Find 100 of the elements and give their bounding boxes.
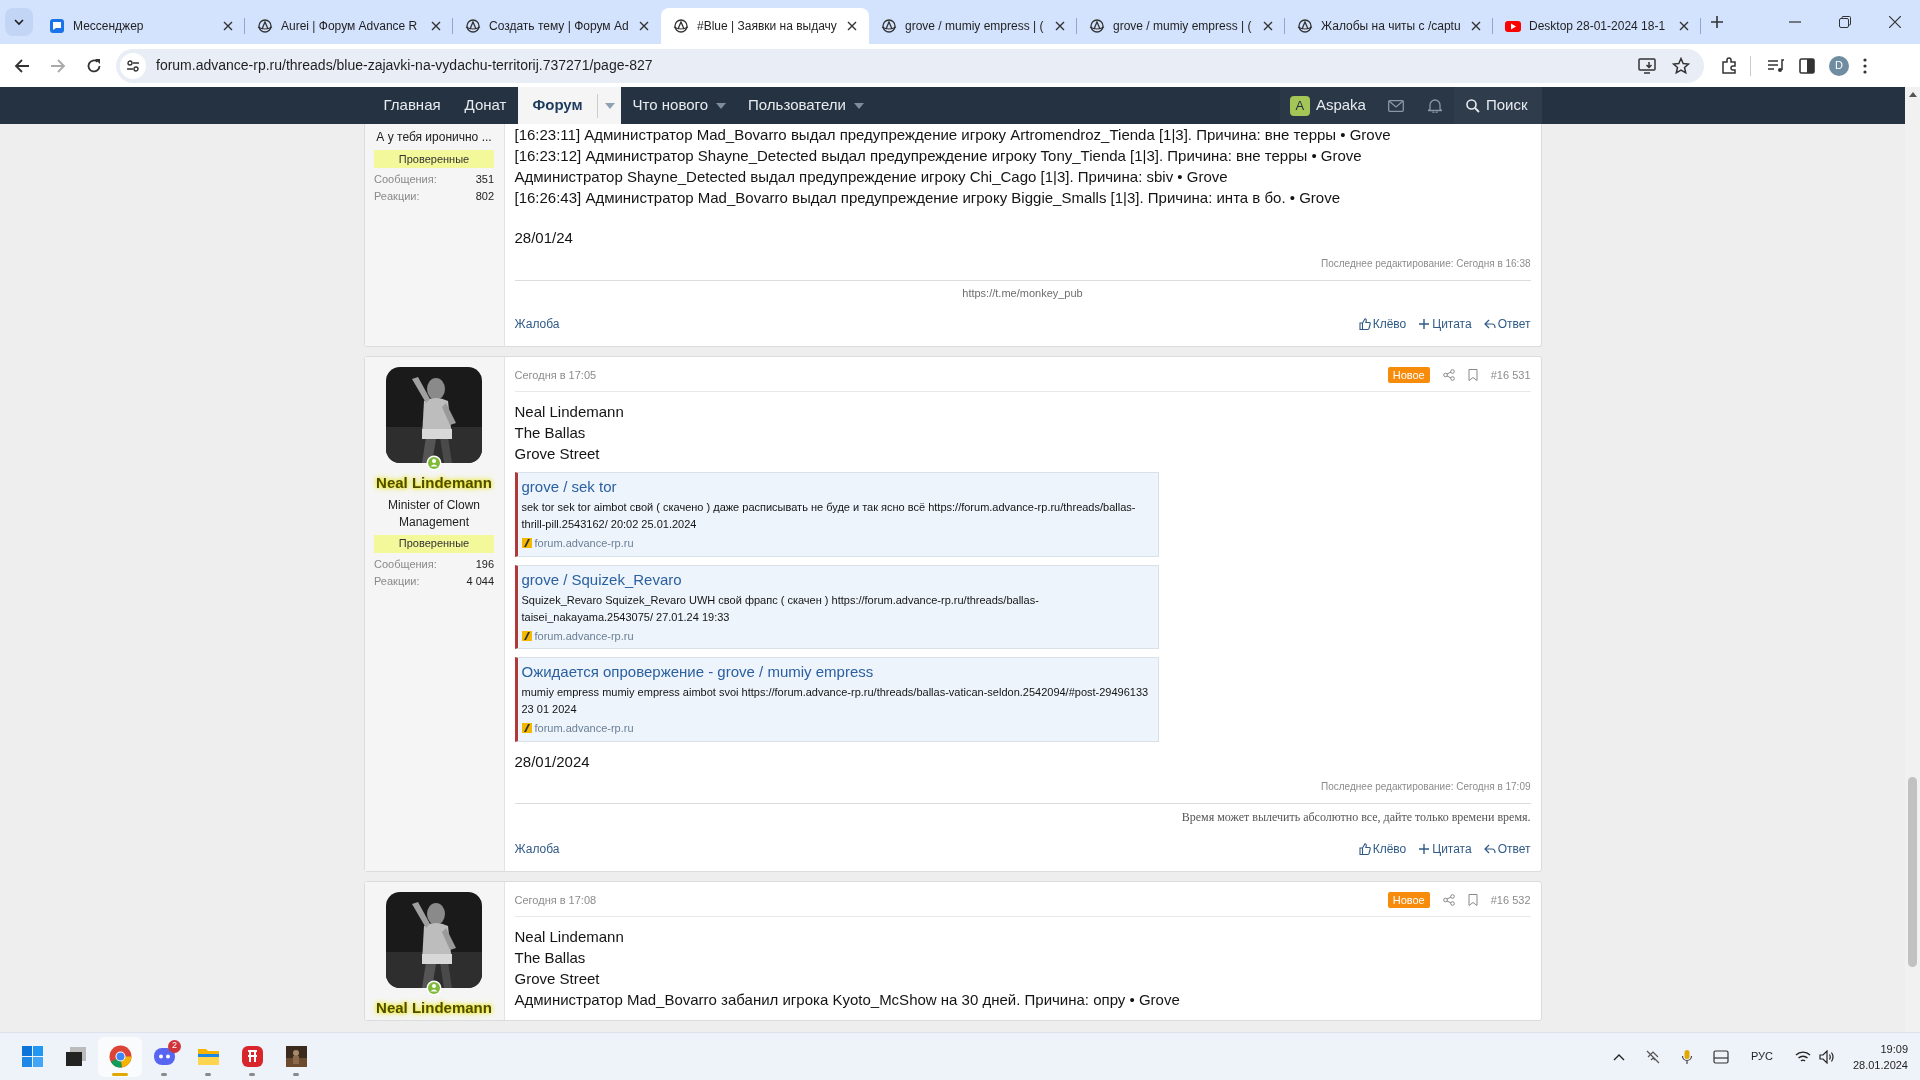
close-icon[interactable] <box>1471 21 1481 31</box>
browser-tab[interactable]: #Blue | Заявки на выдачу <box>661 8 869 44</box>
post-text: 28/01/2024 <box>514 751 591 772</box>
close-icon[interactable] <box>431 21 441 31</box>
reply-button[interactable]: Ответ <box>1483 315 1531 333</box>
volume-icon[interactable] <box>1818 1049 1835 1064</box>
stat-label: Реакции: <box>374 189 420 204</box>
close-icon[interactable] <box>223 21 233 31</box>
scroll-up-icon[interactable] <box>1908 91 1917 97</box>
like-button[interactable]: Клёво <box>1358 840 1407 858</box>
clock-date[interactable]: 28.01.2024 <box>1852 1056 1908 1073</box>
network-tray-icon[interactable] <box>1644 1048 1661 1065</box>
reply-button[interactable]: Ответ <box>1483 840 1531 858</box>
like-button[interactable]: Клёво <box>1358 315 1407 333</box>
keyboard-icon[interactable] <box>1712 1049 1729 1064</box>
site-icon <box>465 18 481 34</box>
browser-tab[interactable]: Жалобы на читы с /captu <box>1285 8 1493 44</box>
browser-tab[interactable]: Создать тему | Форум Ad <box>453 8 661 44</box>
user-avatar: A <box>1289 95 1310 116</box>
post-text: The Ballas <box>514 948 587 968</box>
preview-description: sek tor sek tor aimbot свой ( скачено ) даже расписывать не буде и так ясно всё https://forum.advance-rp.ru/threads/ballas-thrill-pill.2543162/ 20:02 25.01.2024 <box>521 500 1137 532</box>
profile-button[interactable]: D <box>1829 55 1849 76</box>
site-info-icon[interactable] <box>120 52 146 79</box>
wifi-icon[interactable] <box>1794 1049 1811 1064</box>
windows-icon <box>19 1044 45 1069</box>
share-icon[interactable] <box>1442 894 1455 906</box>
preview-domain[interactable]: forum.advance-rp.ru <box>534 627 634 644</box>
nav-tab[interactable]: Пользователи <box>736 87 858 124</box>
signature-text: Время может вылечить абсолютно все, дайте только времени время. <box>1181 809 1531 826</box>
caret-icon[interactable] <box>716 102 727 109</box>
plus-icon <box>1418 318 1431 330</box>
site-icon <box>881 18 897 34</box>
chrome-icon <box>107 1044 133 1069</box>
nav-tab[interactable]: Донат <box>452 87 519 124</box>
link-preview-card[interactable]: Ожидается опровержение - grove / mumiy empress mumiy empress mumiy empress aimbot svoi https://forum.advance-rp.ru/threads/ballas-vatican-seldon.2542094/#post-29496133 23 01 2024 forum.advance-rp.ru <box>514 657 1159 742</box>
user-badge: Проверенные <box>374 150 494 168</box>
close-icon[interactable] <box>847 21 857 31</box>
preview-title[interactable]: grove / sek tor <box>521 477 1152 497</box>
extensions-icon[interactable] <box>1720 56 1738 75</box>
side-panel-icon[interactable] <box>1799 57 1815 74</box>
site-favicon-icon <box>521 538 532 549</box>
caret-icon[interactable] <box>854 102 864 109</box>
nav-tab[interactable]: Что нового <box>620 87 721 124</box>
preview-title[interactable]: grove / Squizek_Revaro <box>521 569 1152 590</box>
mail-icon[interactable] <box>1387 99 1404 112</box>
stat-label: Реакции: <box>374 573 420 589</box>
microphone-icon[interactable] <box>1680 1048 1693 1065</box>
post-number[interactable]: #16 531 <box>1490 366 1531 384</box>
close-icon[interactable] <box>1055 21 1065 31</box>
last-edited-note: Последнее редактирование: Сегодня в 17:09 <box>1321 780 1531 794</box>
install-icon[interactable] <box>1638 56 1656 75</box>
quote-button[interactable]: Цитата <box>1418 315 1472 333</box>
preview-title[interactable]: Ожидается опровержение - grove / mumiy empress <box>521 662 1152 682</box>
address-field[interactable]: forum.advance-rp.ru/threads/blue-zajavki-na-vydachu-territorij.737271/page-827 <box>156 55 653 76</box>
preview-domain[interactable]: forum.advance-rp.ru <box>534 720 634 737</box>
reply-icon <box>1483 843 1496 855</box>
post-number[interactable]: #16 532 <box>1490 891 1531 909</box>
post-time[interactable]: Сегодня в 17:05 <box>514 366 597 384</box>
thumbs-up-icon <box>1358 318 1371 330</box>
browser-tab[interactable]: grove / mumiy empress | ( <box>869 8 1077 44</box>
scrollbar-thumb[interactable] <box>1908 777 1917 967</box>
stat-label: Сообщения: <box>374 556 437 572</box>
tab-search-icon[interactable] <box>4 8 33 36</box>
browser-tab[interactable]: Desktop 28-01-2024 18-1 <box>1493 8 1701 44</box>
menu-icon[interactable] <box>1863 57 1867 74</box>
close-icon[interactable] <box>1263 21 1273 31</box>
reload-icon[interactable] <box>86 57 102 74</box>
close-icon[interactable] <box>1679 21 1689 31</box>
close-icon[interactable] <box>639 21 649 31</box>
back-icon[interactable] <box>14 57 30 74</box>
star-icon[interactable] <box>1672 56 1690 75</box>
last-edited-note: Последнее редактирование: Сегодня в 16:38 <box>1321 256 1531 271</box>
browser-tab[interactable]: Мессенджер <box>37 8 245 44</box>
chevron-up-icon[interactable] <box>1612 1052 1625 1061</box>
media-icon[interactable] <box>1767 56 1785 75</box>
preview-domain[interactable]: forum.advance-rp.ru <box>534 535 634 552</box>
bell-icon[interactable] <box>1427 98 1442 113</box>
username-link[interactable]: Neal Lindemann <box>376 472 492 495</box>
new-tab-icon[interactable] <box>1711 16 1723 28</box>
link-preview-card[interactable]: grove / sek tor sek tor sek tor aimbot свой ( скачено ) даже расписывать не буде и так ясно всё https://forum.advance-rp.ru/threads/ballas-thrill-pill.2543162/ 20:02 25.01.2024 forum.advance-rp.ru <box>514 472 1159 557</box>
taskbar-app[interactable]: 2 <box>142 1036 186 1077</box>
search-button[interactable]: Поиск <box>1453 87 1542 124</box>
user-title: А у тебя иронично ... <box>376 129 492 146</box>
browser-tab[interactable]: grove / mumiy empress | ( <box>1077 8 1285 44</box>
report-link[interactable]: Жалоба <box>514 840 560 858</box>
user-name[interactable]: Aspaka <box>1315 94 1366 117</box>
game-icon <box>283 1044 309 1069</box>
nav-tab[interactable]: Главная <box>371 87 453 124</box>
browser-tab[interactable]: Aurei | Форум Advance R <box>245 8 453 44</box>
bookmark-icon[interactable] <box>1467 894 1478 906</box>
site-icon <box>257 18 273 34</box>
bookmark-icon[interactable] <box>1467 369 1478 381</box>
link-preview-card[interactable]: grove / Squizek_Revaro Squizek_Revaro Squizek_Revaro UWH свой фрапс ( скачен ) https://forum.advance-rp.ru/threads/ballas-taisei_nakayama.2543075/ 27.01.24 19:33 forum.advance-rp.ru <box>514 564 1159 649</box>
report-link[interactable]: Жалоба <box>514 315 560 333</box>
share-icon[interactable] <box>1442 369 1455 381</box>
quote-button[interactable]: Цитата <box>1418 840 1472 858</box>
language-indicator[interactable]: РУС <box>1750 1048 1773 1065</box>
clock-time[interactable]: 19:09 <box>1880 1040 1908 1057</box>
username-link[interactable]: Neal Lindemann <box>376 997 492 1020</box>
post-time[interactable]: Сегодня в 17:08 <box>514 891 597 909</box>
